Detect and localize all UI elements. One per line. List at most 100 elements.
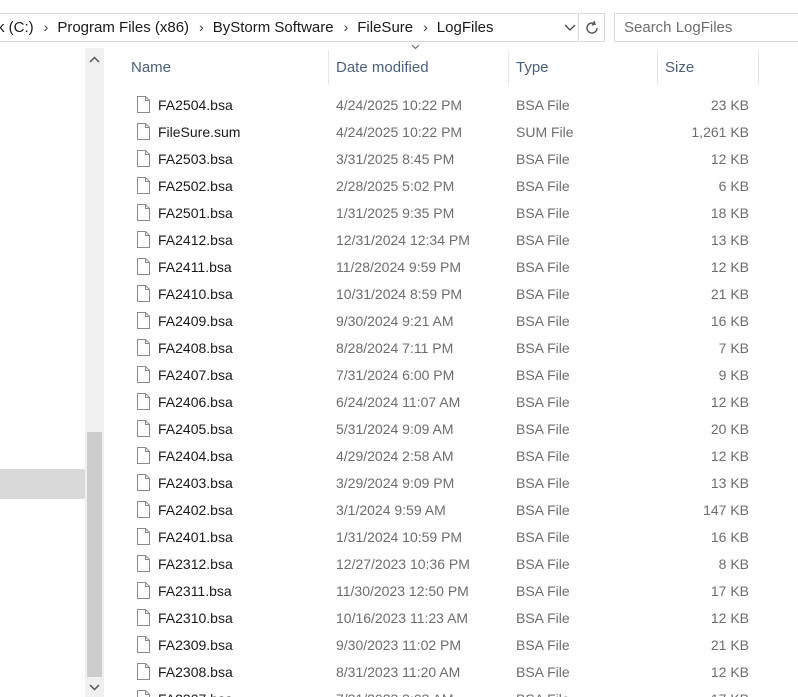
file-row[interactable]: FA2409.bsa 9/30/2024 9:21 AM BSA File 16 KB — [108, 307, 798, 334]
column-divider[interactable] — [657, 50, 658, 84]
breadcrumb-separator-icon[interactable]: › — [199, 19, 204, 35]
file-icon — [136, 631, 150, 658]
file-type: BSA File — [516, 447, 570, 464]
scroll-down-button[interactable] — [85, 677, 104, 697]
file-row[interactable]: FA2504.bsa 4/24/2025 10:22 PM BSA File 23 K… — [108, 91, 798, 118]
file-row[interactable]: FA2502.bsa 2/28/2025 5:02 PM BSA File 6 KB — [108, 172, 798, 199]
file-type: BSA File — [516, 177, 570, 194]
file-row[interactable]: FA2410.bsa 10/31/2024 8:59 PM BSA File 21 K… — [108, 280, 798, 307]
file-icon — [136, 280, 150, 307]
file-row[interactable]: FA2404.bsa 4/29/2024 2:58 AM BSA File 12 KB — [108, 442, 798, 469]
column-header-size-label: Size — [665, 58, 695, 76]
file-icon — [136, 442, 150, 469]
file-size: 18 KB — [710, 204, 749, 221]
file-date-modified: 12/31/2024 12:34 PM — [336, 231, 470, 248]
file-type: BSA File — [516, 96, 570, 113]
file-name: FA2502.bsa — [158, 177, 233, 194]
file-row[interactable]: FA2310.bsa 10/16/2023 11:23 AM BSA File 12 … — [108, 604, 798, 631]
file-type: BSA File — [516, 312, 570, 329]
file-name: FA2407.bsa — [158, 366, 233, 383]
file-date-modified: 7/31/2024 6:00 PM — [336, 366, 455, 383]
file-size: 12 KB — [710, 447, 749, 464]
column-header-name[interactable]: Name — [131, 48, 327, 86]
file-row[interactable]: FA2309.bsa 9/30/2023 11:02 PM BSA File 21 K… — [108, 631, 798, 658]
file-name: FA2310.bsa — [158, 609, 233, 626]
file-name: FA2406.bsa — [158, 393, 233, 410]
file-row[interactable]: FA2403.bsa 3/29/2024 9:09 PM BSA File 13 KB — [108, 469, 798, 496]
file-name: FA2501.bsa — [158, 204, 233, 221]
file-name: FA2404.bsa — [158, 447, 233, 464]
file-date-modified: 3/29/2024 9:09 PM — [336, 474, 455, 491]
file-name: FA2408.bsa — [158, 339, 233, 356]
breadcrumb-separator-icon[interactable]: › — [423, 19, 428, 35]
address-history-button[interactable] — [560, 14, 580, 41]
file-icon — [136, 226, 150, 253]
file-date-modified: 9/30/2023 11:02 PM — [336, 636, 462, 653]
file-row[interactable]: FA2311.bsa 11/30/2023 12:50 PM BSA File 17 … — [108, 577, 798, 604]
file-row[interactable]: FA2408.bsa 8/28/2024 7:11 PM BSA File 7 KB — [108, 334, 798, 361]
file-row[interactable]: FA2501.bsa 1/31/2025 9:35 PM BSA File 18 KB — [108, 199, 798, 226]
search-box[interactable] — [614, 13, 798, 42]
file-date-modified: 11/28/2024 9:59 PM — [336, 258, 462, 275]
file-row[interactable]: FA2312.bsa 12/27/2023 10:36 PM BSA File 8 K… — [108, 550, 798, 577]
file-date-modified: 2/28/2025 5:02 PM — [336, 177, 455, 194]
chevron-down-icon — [564, 24, 576, 31]
breadcrumb-drive[interactable]: k (C:) — [0, 19, 34, 36]
column-divider[interactable] — [508, 50, 509, 84]
breadcrumb-filesure[interactable]: FileSure — [357, 19, 413, 36]
file-row[interactable]: FA2402.bsa 3/1/2024 9:59 AM BSA File 147 KB — [108, 496, 798, 523]
file-row[interactable]: FA2405.bsa 5/31/2024 9:09 AM BSA File 20 KB — [108, 415, 798, 442]
file-name: FileSure.sum — [158, 123, 241, 140]
column-header-size[interactable]: Size — [665, 48, 755, 86]
column-header-date-label: Date modified — [336, 58, 429, 76]
file-icon — [136, 91, 150, 118]
column-header-date-modified[interactable]: Date modified — [336, 48, 508, 86]
file-row[interactable]: FA2503.bsa 3/31/2025 8:45 PM BSA File 12 KB — [108, 145, 798, 172]
scrollbar-thumb[interactable] — [87, 432, 102, 677]
file-size: 12 KB — [710, 393, 749, 410]
column-header-name-label: Name — [131, 58, 172, 76]
file-size: 16 KB — [710, 528, 749, 545]
breadcrumb-program-files[interactable]: Program Files (x86) — [57, 19, 189, 36]
file-icon — [136, 469, 150, 496]
file-type: BSA File — [516, 501, 570, 518]
breadcrumb-logfiles[interactable]: LogFiles — [437, 19, 494, 36]
file-type: BSA File — [516, 555, 570, 572]
file-name: FA2411.bsa — [158, 258, 232, 275]
file-date-modified: 7/31/2023 3:03 AM — [336, 685, 454, 697]
file-row[interactable]: FA2401.bsa 1/31/2024 10:59 PM BSA File 16 K… — [108, 523, 798, 550]
breadcrumb-separator-icon[interactable]: › — [44, 19, 49, 35]
file-date-modified: 12/27/2023 10:36 PM — [336, 555, 470, 572]
column-divider[interactable] — [758, 50, 759, 84]
nav-scrollbar[interactable] — [85, 48, 104, 697]
nav-selected-item[interactable] — [0, 469, 85, 499]
scroll-up-button[interactable] — [85, 48, 104, 70]
column-divider[interactable] — [328, 50, 329, 84]
file-row[interactable]: FA2308.bsa 8/31/2023 11:20 AM BSA File 12 K… — [108, 658, 798, 685]
file-type: BSA File — [516, 636, 570, 653]
file-name: FA2503.bsa — [158, 150, 233, 167]
breadcrumb-bystorm-software[interactable]: ByStorm Software — [213, 19, 334, 36]
file-type: BSA File — [516, 258, 570, 275]
file-icon — [136, 199, 150, 226]
column-header-type[interactable]: Type — [516, 48, 656, 86]
file-date-modified: 9/30/2024 9:21 AM — [336, 312, 454, 329]
file-row[interactable]: FileSure.sum 4/24/2025 10:22 PM SUM File 1,… — [108, 118, 798, 145]
navigation-pane[interactable] — [0, 54, 85, 697]
file-icon — [136, 118, 150, 145]
refresh-button[interactable] — [580, 13, 605, 42]
file-row[interactable]: FA2406.bsa 6/24/2024 11:07 AM BSA File 12 K… — [108, 388, 798, 415]
file-date-modified: 8/28/2024 7:11 PM — [336, 339, 454, 356]
file-size: 9 KB — [718, 366, 749, 383]
file-type: BSA File — [516, 528, 570, 545]
file-date-modified: 4/24/2025 10:22 PM — [336, 123, 463, 140]
breadcrumb-separator-icon[interactable]: › — [344, 19, 349, 35]
address-bar[interactable]: k (C:) › Program Files (x86) › ByStorm S… — [0, 13, 579, 42]
file-row[interactable]: FA2407.bsa 7/31/2024 6:00 PM BSA File 9 KB — [108, 361, 798, 388]
file-row[interactable]: FA2412.bsa 12/31/2024 12:34 PM BSA File 13 … — [108, 226, 798, 253]
search-input[interactable] — [615, 14, 798, 41]
file-row[interactable]: FA2411.bsa 11/28/2024 9:59 PM BSA File 12 K… — [108, 253, 798, 280]
file-name: FA2401.bsa — [158, 528, 233, 545]
file-row[interactable]: FA2307.bsa 7/31/2023 3:03 AM BSA File 17 KB — [108, 685, 798, 697]
file-date-modified: 10/31/2024 8:59 PM — [336, 285, 463, 302]
